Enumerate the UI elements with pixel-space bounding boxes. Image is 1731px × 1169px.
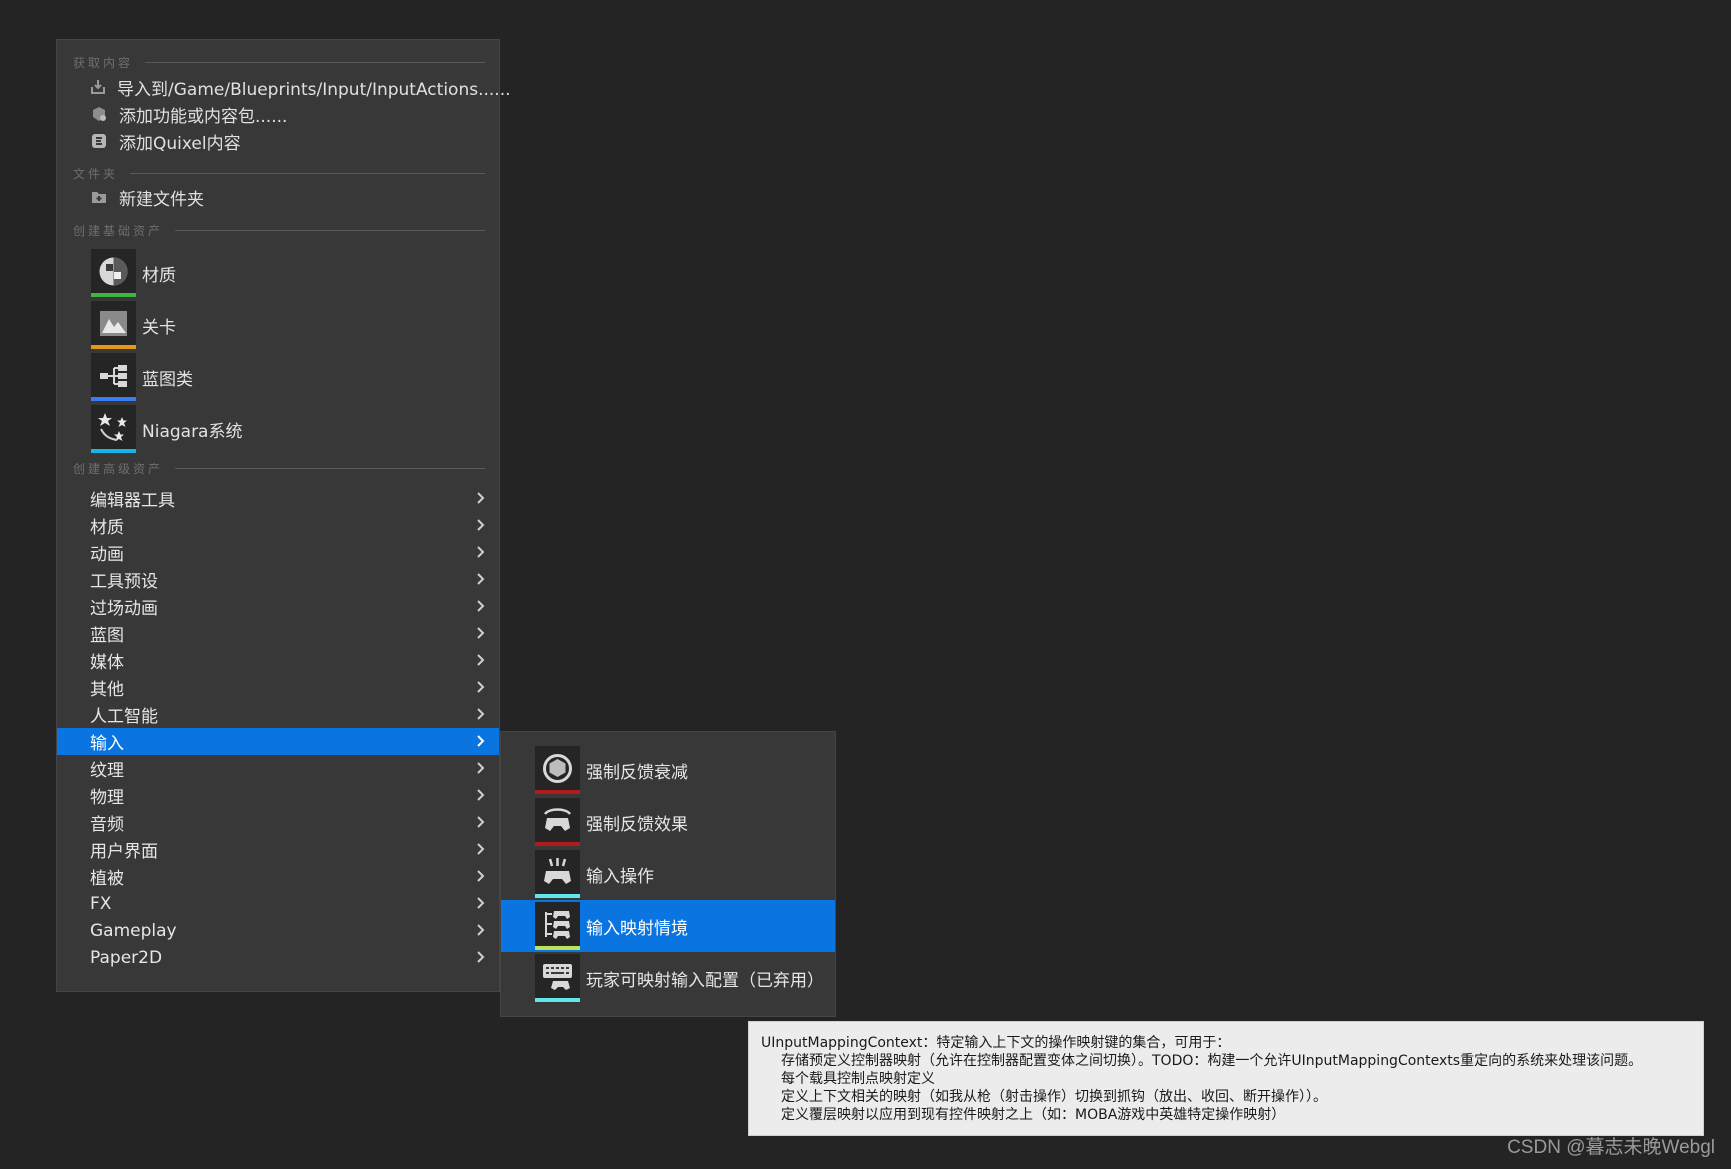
category-gameplay[interactable]: Gameplay <box>57 917 499 944</box>
category-audio[interactable]: 音频 <box>57 809 499 836</box>
section-header-get-content: 获取内容 <box>73 52 485 72</box>
chevron-right-icon <box>477 870 485 882</box>
category-paper2d[interactable]: Paper2D <box>57 944 499 971</box>
color-bar <box>535 998 580 1002</box>
content-pack-icon <box>89 104 109 124</box>
watermark: CSDN @暮志未晚Webgl <box>1507 1137 1715 1158</box>
chevron-right-icon <box>477 951 485 963</box>
input-action-item[interactable]: 输入操作 <box>501 848 835 900</box>
player-mappable-input-config-item[interactable]: 玩家可映射输入配置（已弃用） <box>501 952 835 1004</box>
divider <box>175 467 485 469</box>
chevron-right-icon <box>477 843 485 855</box>
category-ai[interactable]: 人工智能 <box>57 701 499 728</box>
chevron-right-icon <box>477 654 485 666</box>
tooltip-line: 每个载具控制点映射定义 <box>781 1071 935 1087</box>
category-media[interactable]: 媒体 <box>57 647 499 674</box>
tooltip-line: 定义覆层映射以应用到现有控件映射之上（如：MOBA游戏中英雄特定操作映射） <box>781 1107 1286 1123</box>
niagara-color-bar <box>91 449 136 453</box>
content-browser-context-menu: 获取内容 导入到/Game/Blueprints/Input/InputActi… <box>56 39 511 992</box>
category-input[interactable]: 输入 <box>57 728 499 755</box>
color-bar <box>535 842 580 846</box>
tooltip-line: 存储预定义控制器映射（允许在控制器配置变体之间切换）。TODO：构建一个允许UI… <box>781 1053 1643 1069</box>
chevron-right-icon <box>477 762 485 774</box>
category-tool-presets[interactable]: 工具预设 <box>57 566 499 593</box>
color-bar <box>535 946 580 950</box>
category-cinematics[interactable]: 过场动画 <box>57 593 499 620</box>
chevron-right-icon <box>477 627 485 639</box>
chevron-right-icon <box>477 924 485 936</box>
material-color-bar <box>91 293 136 297</box>
level-color-bar <box>91 345 136 349</box>
section-header-folder: 文件夹 <box>73 163 485 183</box>
divider <box>130 172 485 174</box>
import-menu-item[interactable]: 导入到/Game/Blueprints/Input/InputActions..… <box>89 74 511 100</box>
blueprint-icon <box>100 365 127 387</box>
chevron-right-icon <box>477 519 485 531</box>
import-icon <box>89 77 107 97</box>
niagara-icon <box>98 413 127 441</box>
category-user-interface[interactable]: 用户界面 <box>57 836 499 863</box>
add-quixel-content-item[interactable]: 添加Quixel内容 <box>89 128 489 154</box>
category-misc[interactable]: 其他 <box>57 674 499 701</box>
chevron-right-icon <box>477 573 485 585</box>
category-physics[interactable]: 物理 <box>57 782 499 809</box>
category-fx[interactable]: FX <box>57 890 499 917</box>
color-bar <box>535 894 580 898</box>
category-editor-tools[interactable]: 编辑器工具 <box>57 485 499 512</box>
category-animation[interactable]: 动画 <box>57 539 499 566</box>
chevron-right-icon <box>477 897 485 909</box>
create-level-item[interactable]: 关卡 <box>91 301 489 349</box>
force-feedback-effect-item[interactable]: 强制反馈效果 <box>501 796 835 848</box>
category-foliage[interactable]: 植被 <box>57 863 499 890</box>
section-header-advanced-assets: 创建高级资产 <box>73 458 485 478</box>
create-blueprint-class-item[interactable]: 蓝图类 <box>91 353 489 401</box>
divider <box>145 61 485 63</box>
tooltip-line: UInputMappingContext：特定输入上下文的操作映射键的集合，可用… <box>761 1035 1231 1051</box>
input-action-icon <box>544 858 571 884</box>
add-feature-content-pack-item[interactable]: 添加功能或内容包...... <box>89 101 489 127</box>
section-header-basic-assets: 创建基础资产 <box>73 220 485 240</box>
tooltip: UInputMappingContext：特定输入上下文的操作映射键的集合，可用… <box>748 1021 1704 1136</box>
input-submenu: 强制反馈衰减 强制反馈效果 输入操作 输入映射情境 玩家可映射输入配置（已弃用） <box>500 731 836 1017</box>
category-material[interactable]: 材质 <box>57 512 499 539</box>
chevron-right-icon <box>477 600 485 612</box>
force-feedback-effect-icon <box>543 808 572 831</box>
chevron-right-icon <box>477 708 485 720</box>
quixel-icon <box>89 131 109 151</box>
category-texture[interactable]: 纹理 <box>57 755 499 782</box>
force-feedback-attenuation-item[interactable]: 强制反馈衰减 <box>501 744 835 796</box>
chevron-right-icon <box>477 681 485 693</box>
tooltip-line: 定义上下文相关的映射（如我从枪（射击操作）切换到抓钩（放出、收回、断开操作））。 <box>781 1089 1327 1105</box>
divider <box>175 229 485 231</box>
material-icon <box>99 257 128 286</box>
chevron-right-icon <box>477 789 485 801</box>
blueprint-color-bar <box>91 397 136 401</box>
player-mappable-config-icon <box>543 964 572 990</box>
chevron-right-icon <box>477 816 485 828</box>
input-mapping-context-item[interactable]: 输入映射情境 <box>501 900 835 952</box>
new-folder-item[interactable]: 新建文件夹 <box>89 184 489 210</box>
color-bar <box>535 790 580 794</box>
create-niagara-system-item[interactable]: Niagara系统 <box>91 405 489 453</box>
force-feedback-attenuation-icon <box>543 754 572 783</box>
category-blueprint[interactable]: 蓝图 <box>57 620 499 647</box>
input-mapping-context-icon <box>545 911 570 939</box>
create-material-item[interactable]: 材质 <box>91 249 489 297</box>
chevron-right-icon <box>477 492 485 504</box>
chevron-right-icon <box>477 735 485 747</box>
level-icon <box>100 311 127 336</box>
chevron-right-icon <box>477 546 485 558</box>
folder-add-icon <box>89 187 109 207</box>
